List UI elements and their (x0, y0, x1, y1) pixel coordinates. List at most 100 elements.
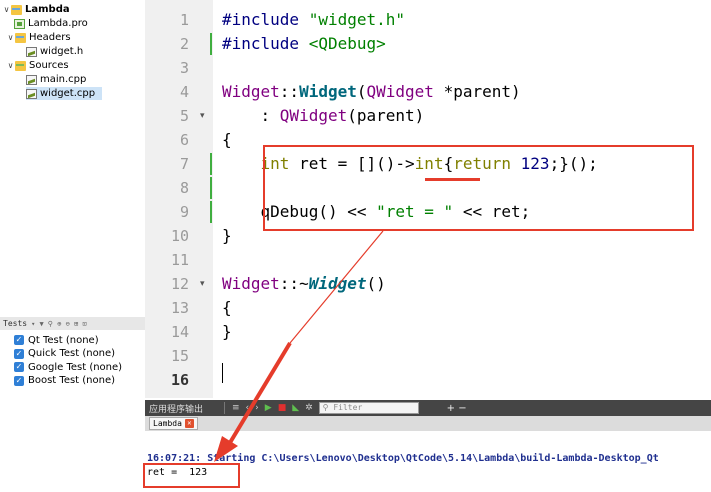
code-token: : (222, 106, 280, 125)
code-line[interactable]: { (222, 296, 232, 320)
line-number: 13 (170, 299, 189, 317)
line-number: 4 (179, 83, 189, 101)
line-number: 11 (170, 251, 189, 269)
code-line[interactable]: } (222, 224, 232, 248)
toolbar-separator (224, 402, 225, 414)
modified-line-marker (210, 33, 212, 55)
checkbox-checked-icon[interactable]: ✓ (14, 362, 24, 372)
close-tab-icon[interactable]: ✕ (184, 419, 194, 428)
settings-gear-icon[interactable]: ✲ (305, 403, 313, 413)
code-line[interactable]: Widget::Widget(QWidget *parent) (222, 80, 521, 104)
code-line[interactable]: #include <QDebug> (222, 32, 386, 56)
checkbox-checked-icon[interactable]: ✓ (14, 375, 24, 386)
line-number: 3 (179, 59, 189, 77)
tree-item-label: Sources (29, 60, 69, 71)
test-framework-label: Quick Test (none) (28, 348, 116, 359)
tests-panel-header: Tests ▾ ▼ ⚲ ⊕ ⊖ ⊞ ⊡ (0, 317, 145, 330)
code-line[interactable]: } (222, 320, 232, 344)
attach-debugger-icon[interactable]: ◣ (292, 403, 299, 413)
code-line[interactable]: { (222, 128, 232, 152)
tree-item[interactable]: widget.cpp (26, 87, 102, 100)
test-framework-label: Google Test (none) (28, 361, 123, 373)
tree-item[interactable]: Lambda.pro (14, 17, 88, 30)
line-number: 7 (179, 155, 189, 173)
underline-annotation (425, 178, 480, 181)
code-token: } (222, 322, 232, 341)
header-file-icon (26, 46, 37, 57)
checkbox-checked-icon[interactable]: ✓ (14, 348, 24, 359)
tests-filter-icon[interactable]: ▾ ▼ (31, 320, 44, 328)
output-pane-title: 应用程序输出 (149, 404, 204, 415)
source-file-icon (26, 88, 37, 99)
code-token: "widget.h" (308, 10, 406, 29)
tree-item[interactable]: ∨ Lambda (2, 3, 70, 16)
fold-marker-icon[interactable]: ▾ (200, 272, 205, 296)
test-framework-item[interactable]: ✓ Boost Test (none) (14, 374, 115, 388)
rerun-icon[interactable]: ▶ (265, 403, 272, 413)
line-number: 10 (170, 227, 189, 245)
line-number: 16 (170, 371, 189, 389)
tree-item-label: Lambda (25, 4, 70, 15)
code-token: #include (222, 10, 309, 29)
code-line[interactable]: #include "widget.h" (222, 8, 405, 32)
test-framework-label: Boost Test (none) (28, 375, 116, 386)
code-token: ::~ (279, 274, 309, 293)
test-framework-label: Qt Test (none) (28, 334, 99, 346)
chevron-down-icon[interactable]: ∨ (6, 61, 15, 70)
tree-item[interactable]: ∨ Sources (6, 59, 69, 72)
source-file-icon (26, 74, 37, 85)
line-number: 9 (179, 203, 189, 221)
line-number: 12 (170, 275, 189, 293)
fold-marker-icon[interactable]: ▾ (200, 104, 205, 128)
tree-item-label: widget.cpp (40, 88, 96, 99)
test-framework-item[interactable]: ✓ Quick Test (none) (14, 347, 115, 361)
tree-item[interactable]: ∨ Headers (6, 31, 71, 44)
output-tab-lambda[interactable]: Lambda ✕ (149, 417, 198, 430)
output-tab-bar: Lambda ✕ (145, 416, 711, 431)
code-token: Widget (308, 274, 367, 293)
folder-icon (15, 60, 26, 71)
code-line[interactable]: Widget::~Widget() (222, 272, 386, 296)
code-token: ( (356, 82, 367, 101)
checkbox-checked-icon[interactable]: ✓ (14, 335, 24, 345)
code-token: { (222, 298, 232, 317)
modified-line-marker (210, 153, 212, 175)
code-token: QWidget (366, 82, 434, 101)
line-number: 6 (179, 131, 189, 149)
line-number: 1 (179, 11, 189, 29)
filter-placeholder: Filter (333, 403, 363, 412)
tests-panel-title: Tests (3, 319, 28, 328)
clear-output-icon[interactable]: ≡ (232, 403, 240, 413)
pro-file-icon (14, 18, 25, 29)
next-item-icon[interactable]: › (255, 403, 259, 413)
code-line[interactable]: : QWidget(parent) (222, 104, 425, 128)
code-token: QWidget (279, 106, 348, 125)
line-number: 14 (170, 323, 189, 341)
folder-icon (15, 32, 26, 43)
output-filter-input[interactable]: ⚲ Filter (318, 402, 419, 414)
zoom-plus-minus[interactable]: + − (447, 403, 467, 414)
line-number: 5 (179, 107, 189, 125)
line-number: 2 (179, 35, 189, 53)
code-token: :: (279, 82, 300, 101)
chevron-down-icon[interactable]: ∨ (2, 5, 11, 14)
highlight-box-output (143, 463, 240, 488)
tests-run-icon[interactable]: ⚲ ⊕ ⊖ ⊞ ⊡ (48, 320, 87, 328)
code-token: Widget (299, 82, 357, 101)
tree-item[interactable]: widget.h (26, 45, 83, 58)
test-framework-item[interactable]: ✓ Qt Test (none) (14, 333, 99, 347)
stop-icon[interactable]: ■ (278, 403, 287, 413)
code-token: *parent) (433, 82, 521, 101)
code-token: #include (222, 34, 309, 53)
chevron-down-icon[interactable]: ∨ (6, 33, 15, 42)
line-number: 15 (170, 347, 189, 365)
text-cursor (222, 363, 223, 383)
highlight-box-code (263, 145, 694, 231)
previous-item-icon[interactable]: ‹ (246, 403, 250, 413)
code-token: } (222, 226, 232, 245)
tree-item[interactable]: main.cpp (26, 73, 86, 86)
code-token: (parent) (347, 106, 425, 125)
test-framework-item[interactable]: ✓ Google Test (none) (14, 360, 122, 374)
line-number: 8 (179, 179, 189, 197)
